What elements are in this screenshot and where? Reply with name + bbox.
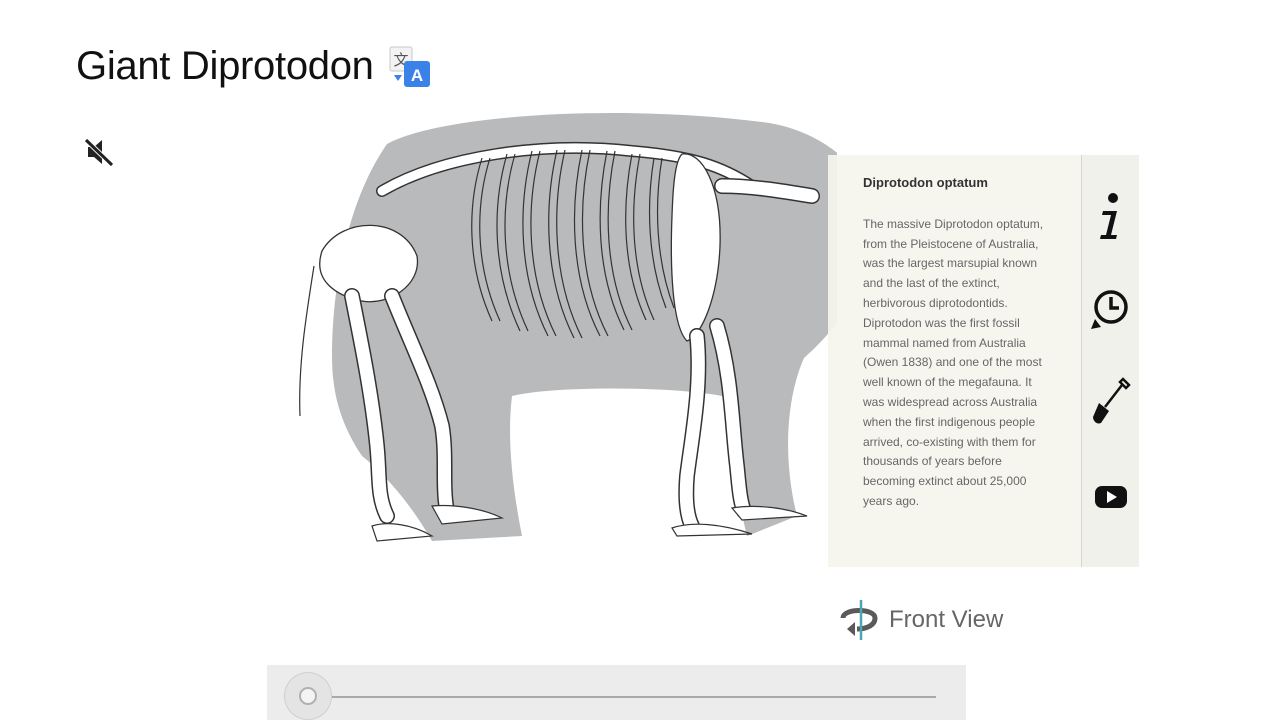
translate-icon[interactable]: 文 A: [388, 45, 432, 89]
skeleton-stage[interactable]: [292, 96, 878, 566]
mute-icon: [84, 138, 114, 167]
front-view-toggle[interactable]: Front View: [837, 598, 1003, 642]
slider-knob[interactable]: [284, 672, 332, 720]
tab-timeline[interactable]: [1086, 281, 1136, 341]
mute-button[interactable]: [82, 134, 118, 170]
youtube-icon: [1095, 486, 1127, 508]
front-view-label: Front View: [889, 606, 1004, 633]
info-heading: Diprotodon optatum: [863, 175, 988, 190]
page-title: Giant Diprotodon: [76, 44, 374, 88]
slider-track[interactable]: [307, 696, 936, 698]
slider-knob-center: [299, 687, 317, 705]
page-title-row: Giant Diprotodon 文 A: [76, 44, 432, 89]
tab-dig[interactable]: [1086, 371, 1136, 431]
side-tab-bar: [1081, 155, 1139, 567]
info-panel: Diprotodon optatum The massive Diprotodo…: [828, 155, 1082, 567]
info-body: The massive Diprotodon optatum, from the…: [863, 216, 1044, 508]
diprotodon-skeleton-image: [295, 113, 878, 542]
tab-info[interactable]: [1086, 187, 1136, 247]
rotation-slider[interactable]: [267, 665, 966, 720]
tab-video[interactable]: [1086, 467, 1136, 527]
shovel-icon: [1093, 377, 1131, 424]
svg-text:A: A: [410, 66, 422, 85]
info-icon: [1100, 193, 1118, 239]
timeline-icon: [1091, 290, 1128, 329]
rotate-icon: [840, 600, 878, 640]
